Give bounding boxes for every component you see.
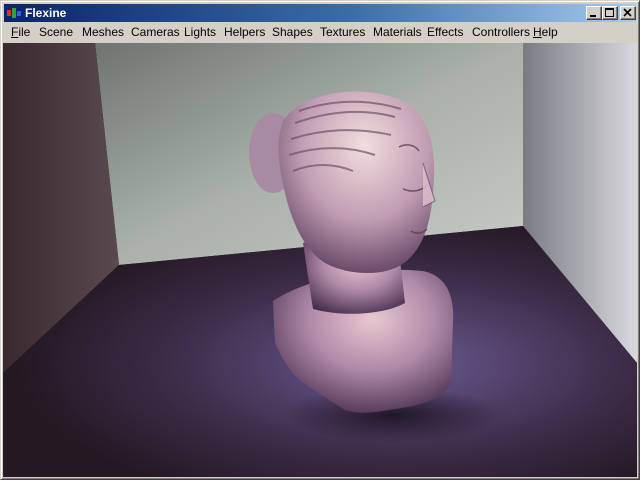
menu-helpers-label: Helpers [224, 25, 266, 39]
menu-shapes[interactable]: Shapes [272, 23, 313, 42]
maximize-button[interactable] [602, 6, 618, 20]
menu-file-label: ile [18, 25, 31, 39]
maximize-icon [605, 8, 614, 17]
render-viewport[interactable] [3, 43, 637, 477]
minimize-button[interactable] [586, 6, 602, 20]
menu-materials-label: Materials [373, 25, 422, 39]
menu-cameras-label: Cameras [131, 25, 180, 39]
scene-render [3, 43, 637, 477]
menu-bar: File Scene Meshes Cameras Lights Helpers… [4, 23, 636, 42]
menu-effects[interactable]: Effects [427, 23, 463, 42]
menu-textures-label: Textures [320, 25, 366, 39]
app-icon [7, 8, 21, 18]
menu-scene-label: Scene [39, 25, 74, 39]
app-window: Flexine File Scene Meshes Cameras Lights… [0, 0, 640, 480]
menu-controllers-label: Controllers [472, 25, 531, 39]
menu-lights[interactable]: Lights [184, 23, 216, 42]
menu-shapes-label: Shapes [272, 25, 313, 39]
minimize-icon [590, 15, 596, 17]
menu-textures[interactable]: Textures [320, 23, 365, 42]
window-title: Flexine [25, 6, 67, 20]
menu-file[interactable]: File [11, 23, 30, 42]
menu-help-label: elp [541, 25, 558, 39]
close-icon [623, 8, 632, 17]
title-bar[interactable]: Flexine [4, 4, 636, 22]
close-button[interactable] [620, 6, 636, 20]
menu-cameras[interactable]: Cameras [131, 23, 180, 42]
menu-materials[interactable]: Materials [373, 23, 422, 42]
menu-help-accel: H [533, 25, 542, 39]
menu-meshes-label: Meshes [82, 25, 125, 39]
menu-helpers[interactable]: Helpers [224, 23, 265, 42]
menu-effects-label: Effects [427, 25, 464, 39]
menu-controllers[interactable]: Controllers [472, 23, 530, 42]
menu-scene[interactable]: Scene [39, 23, 73, 42]
menu-lights-label: Lights [184, 25, 217, 39]
menu-help[interactable]: Help [533, 23, 558, 42]
menu-meshes[interactable]: Meshes [82, 23, 124, 42]
